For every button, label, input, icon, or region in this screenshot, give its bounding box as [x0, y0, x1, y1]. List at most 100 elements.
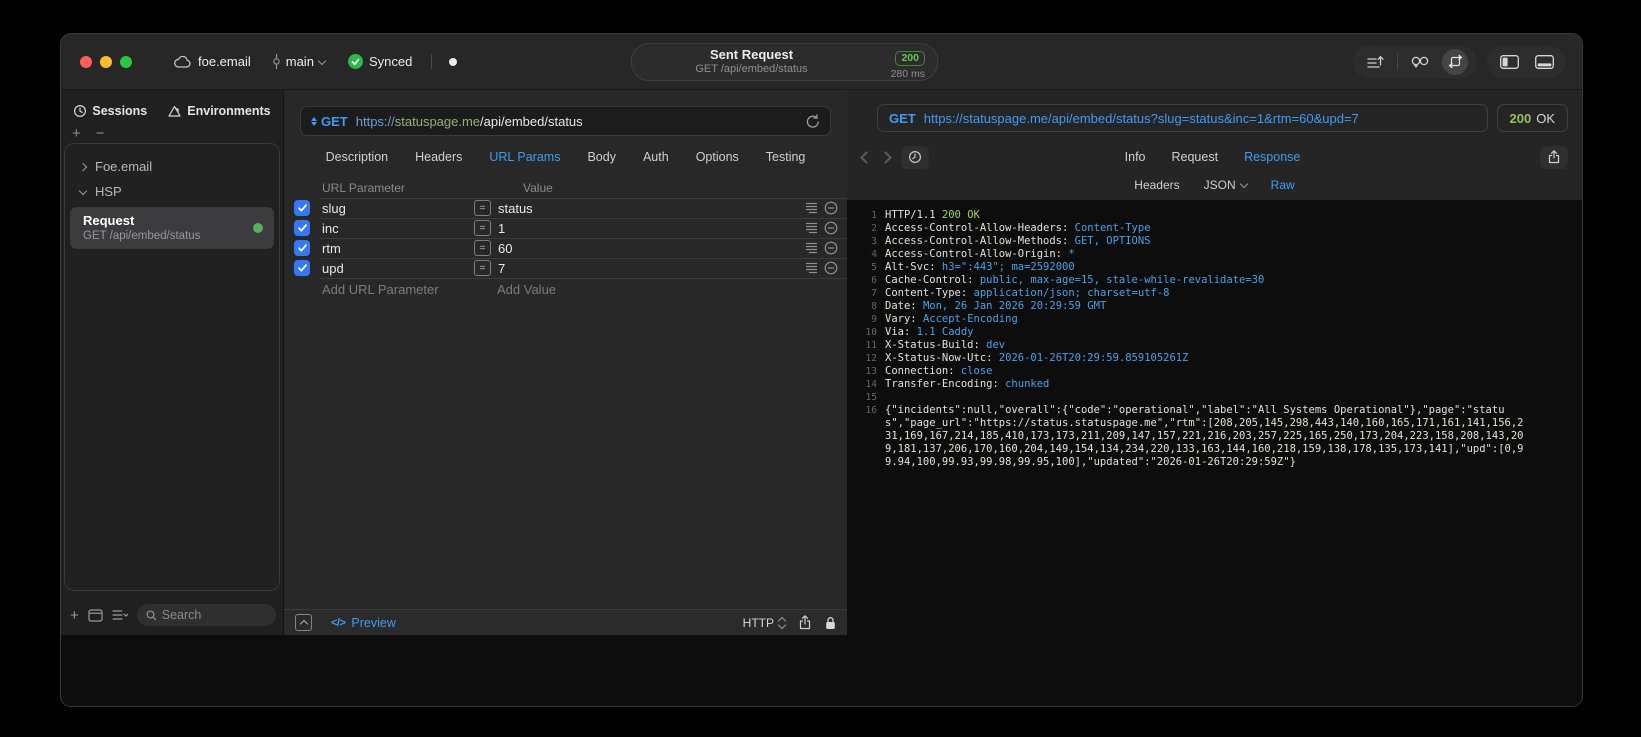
tab-auth[interactable]: Auth — [643, 150, 669, 164]
add-param-placeholder[interactable]: Add URL Parameter — [322, 282, 474, 297]
new-group-button[interactable] — [88, 608, 103, 622]
group-divider — [1397, 53, 1398, 70]
param-row: rtm = 60 — [284, 238, 847, 258]
editor-footer: </> Preview HTTP — [284, 609, 847, 635]
request-url-bar[interactable]: GET https://statuspage.me/api/embed/stat… — [300, 106, 831, 136]
export-response-button[interactable] — [1540, 145, 1568, 169]
equals-operator-icon[interactable]: = — [474, 200, 491, 216]
remove-param-icon[interactable] — [824, 201, 838, 215]
param-name-field[interactable]: inc — [322, 221, 474, 236]
param-name-field[interactable]: slug — [322, 201, 474, 216]
param-name-field[interactable]: upd — [322, 261, 474, 276]
add-item-button[interactable]: + — [70, 607, 79, 624]
environments-icon — [167, 105, 182, 118]
history-back-button[interactable] — [857, 150, 876, 164]
export-list-button[interactable] — [1362, 49, 1388, 75]
param-checkbox-checked[interactable] — [294, 240, 310, 256]
tab-testing[interactable]: Testing — [766, 150, 806, 164]
remove-session-button[interactable]: − — [96, 125, 105, 142]
line-content: X-Status-Build: dev — [885, 339, 1006, 351]
param-value-field[interactable]: 1 — [498, 221, 805, 236]
remove-param-icon[interactable] — [824, 241, 838, 255]
remove-param-icon[interactable] — [824, 221, 838, 235]
format-lines-icon[interactable] — [805, 222, 818, 234]
zoom-window-button[interactable] — [120, 55, 132, 68]
response-tab-response[interactable]: Response — [1244, 150, 1300, 164]
response-subtab-headers[interactable]: Headers — [1134, 178, 1179, 192]
equals-operator-icon[interactable]: = — [474, 240, 491, 256]
param-checkbox-checked[interactable] — [294, 260, 310, 276]
unsaved-indicator-dot — [449, 57, 458, 66]
tab-body[interactable]: Body — [587, 150, 616, 164]
project-group[interactable]: foe.email main Synced — [174, 54, 458, 69]
tree-item-request-selected[interactable]: Request GET /api/embed/status — [70, 207, 274, 249]
sent-request-pill[interactable]: Sent Request GET /api/embed/status 200 2… — [631, 43, 938, 81]
response-body[interactable]: 1 HTTP/1.1 200 OK 2 Access-Control-Allow-He… — [847, 200, 1582, 706]
response-tab-info[interactable]: Info — [1125, 150, 1146, 164]
row-separator — [320, 198, 847, 199]
line-number: 5 — [871, 262, 877, 273]
search-placeholder: Search — [161, 608, 202, 622]
minimize-window-button[interactable] — [100, 55, 112, 68]
history-forward-button[interactable] — [876, 150, 895, 164]
response-line: 2 Access-Control-Allow-Headers: Content-T… — [853, 222, 1526, 235]
tab-environments[interactable]: Environments — [167, 104, 271, 118]
tab-headers[interactable]: Headers — [415, 150, 462, 164]
line-number: 16 — [865, 405, 877, 416]
response-subtab-json[interactable]: JSON — [1204, 178, 1248, 192]
response-line: 3 Access-Control-Allow-Methods: GET, OPTI… — [853, 235, 1526, 248]
param-checkbox-checked[interactable] — [294, 220, 310, 236]
tab-url-params[interactable]: URL Params — [489, 150, 560, 164]
search-field[interactable]: Search — [136, 604, 276, 626]
param-name-field[interactable]: rtm — [322, 241, 474, 256]
line-content: Vary: Accept-Encoding — [885, 313, 1018, 325]
sync-status[interactable]: Synced — [347, 54, 412, 69]
param-value-field[interactable]: 60 — [498, 241, 805, 256]
format-lines-icon[interactable] — [805, 202, 818, 214]
param-value-field[interactable]: 7 — [498, 261, 805, 276]
request-chain-button[interactable] — [1407, 49, 1433, 75]
timing-button[interactable] — [901, 145, 929, 169]
response-line: 12 X-Status-Now-Utc: 2026-01-26T20:29:59.… — [853, 352, 1526, 365]
add-param-row[interactable]: Add URL Parameter Add Value — [284, 278, 847, 300]
share-icon[interactable] — [799, 615, 811, 630]
tab-options[interactable]: Options — [696, 150, 739, 164]
response-tab-request[interactable]: Request — [1172, 150, 1219, 164]
tree-item-foe-email[interactable]: Foe.email — [65, 154, 279, 179]
line-content: {"incidents":null,"overall":{"code":"ope… — [885, 404, 1524, 468]
add-value-placeholder[interactable]: Add Value — [497, 282, 556, 297]
equals-operator-icon[interactable]: = — [474, 220, 491, 236]
param-checkbox-checked[interactable] — [294, 200, 310, 216]
main-area: Sessions Environments + − Foe.email HSP … — [61, 90, 1582, 706]
tab-description[interactable]: Description — [326, 150, 389, 164]
import-export-button[interactable] — [1442, 48, 1468, 75]
response-line: 7 Content-Type: application/json; charset… — [853, 287, 1526, 300]
toggle-bottom-panel-button[interactable] — [1531, 49, 1557, 75]
close-window-button[interactable] — [80, 55, 92, 68]
titlebar-actions — [1353, 45, 1566, 78]
toggle-sidebar-button[interactable] — [1496, 49, 1522, 75]
param-value-field[interactable]: status — [498, 201, 805, 216]
console-toggle-button[interactable] — [295, 614, 312, 631]
environments-label: Environments — [187, 104, 271, 118]
equals-operator-icon[interactable]: = — [474, 260, 491, 276]
response-line: 5 Alt-Svc: h3=":443"; ma=2592000 — [853, 261, 1526, 274]
tree-item-hsp[interactable]: HSP — [65, 179, 279, 204]
format-lines-icon[interactable] — [805, 262, 818, 274]
request-method: GET — [321, 113, 348, 129]
resend-request-icon[interactable] — [806, 113, 820, 129]
response-subtab-raw[interactable]: Raw — [1271, 178, 1295, 192]
tab-sessions[interactable]: Sessions — [73, 104, 147, 118]
remove-param-icon[interactable] — [824, 261, 838, 275]
line-content: HTTP/1.1 200 OK — [885, 209, 980, 221]
request-status-dot — [253, 223, 263, 233]
response-url-field[interactable]: GET https://statuspage.me/api/embed/stat… — [877, 104, 1488, 132]
branch-selector[interactable]: main — [272, 54, 327, 69]
format-lines-icon[interactable] — [805, 242, 818, 254]
protocol-selector[interactable]: HTTP — [743, 616, 787, 630]
add-session-button[interactable]: + — [72, 125, 81, 142]
preview-button[interactable]: </> Preview — [331, 616, 396, 630]
cloud-icon — [174, 55, 191, 68]
sort-options-button[interactable] — [112, 609, 128, 621]
line-number: 14 — [865, 379, 877, 390]
